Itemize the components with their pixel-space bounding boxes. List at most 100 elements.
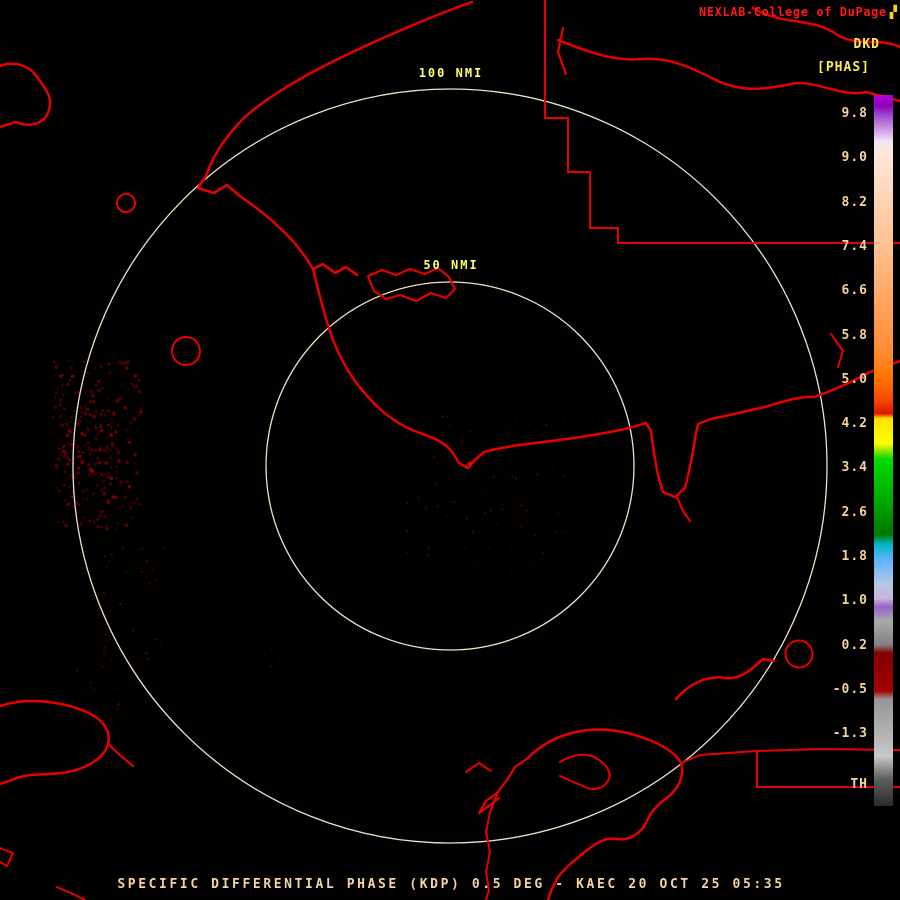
radar-echo-speckle: [106, 409, 109, 412]
radar-echo-speckle: [113, 607, 115, 609]
radar-echo-speckle: [111, 463, 114, 466]
radar-echo-speckle: [488, 520, 490, 522]
radar-echo-speckle: [98, 448, 102, 452]
radar-echo-speckle: [90, 388, 92, 390]
radar-echo-speckle: [125, 461, 129, 464]
radar-echo-speckle: [148, 582, 151, 585]
radar-echo-speckle: [465, 560, 467, 562]
range-ring-label-100nmi: 100 NMI: [418, 66, 484, 80]
radar-echo-speckle: [117, 704, 120, 707]
radar-echo-speckle: [72, 361, 74, 363]
radar-echo-speckle: [468, 430, 471, 433]
radar-echo-speckle: [66, 462, 70, 466]
radar-echo-speckle: [159, 590, 161, 591]
radar-echo-speckle: [506, 432, 509, 435]
radar-echo-speckle: [532, 464, 535, 467]
radar-echo-speckle: [406, 530, 409, 533]
radar-echo-speckle: [87, 398, 89, 400]
radar-echo-speckle: [104, 482, 106, 484]
colorbar-tick: -1.3: [832, 726, 868, 742]
radar-echo-speckle: [129, 420, 133, 424]
radar-echo-speckle: [132, 416, 135, 419]
radar-echo-speckle: [263, 653, 266, 656]
radar-echo-speckle: [423, 468, 425, 470]
radar-echo-speckle: [65, 489, 67, 491]
radar-echo-speckle: [535, 430, 537, 433]
radar-echo-speckle: [542, 551, 545, 554]
radar-echo-speckle: [506, 434, 508, 436]
radar-echo-speckle: [444, 521, 446, 522]
radar-echo-speckle: [99, 458, 101, 460]
radar-echo-speckle: [117, 459, 121, 463]
radar-echo-speckle: [103, 486, 106, 489]
radar-echo-speckle: [100, 429, 104, 433]
radar-echo-speckle: [88, 473, 92, 477]
radar-echo-speckle: [94, 487, 97, 490]
radar-echo-speckle: [100, 526, 103, 528]
radar-echo-speckle: [86, 486, 87, 487]
radar-echo-speckle: [100, 473, 104, 477]
radar-echo-speckle: [117, 389, 119, 390]
radar-echo-speckle: [105, 377, 108, 380]
radar-echo-speckle: [497, 550, 499, 551]
radar-echo-speckle: [459, 559, 461, 561]
radar-echo-speckle: [106, 475, 110, 479]
radar-echo-speckle: [80, 432, 84, 436]
radar-echo-speckle: [99, 391, 101, 393]
radar-echo-speckle: [60, 423, 64, 427]
radar-echo-speckle: [138, 379, 141, 382]
radar-echo-speckle: [100, 423, 102, 426]
radar-echo-speckle: [53, 516, 55, 518]
radar-echo-speckle: [84, 453, 86, 455]
radar-echo-speckle: [109, 717, 112, 720]
radar-echo-speckle: [135, 471, 139, 475]
radar-echo-speckle: [143, 551, 145, 553]
radar-echo-speckle: [88, 463, 91, 466]
colorbar-tick: 6.6: [841, 283, 868, 299]
radar-echo-speckle: [124, 406, 127, 410]
radar-echo-speckle: [530, 564, 533, 567]
radar-echo-speckle: [75, 444, 79, 448]
radar-echo-speckle: [101, 387, 104, 390]
radar-echo-speckle: [86, 408, 88, 410]
radar-echo-speckle: [159, 642, 162, 645]
radar-echo-speckle: [155, 579, 157, 582]
radar-echo-speckle: [64, 453, 67, 456]
radar-echo-speckle: [127, 372, 129, 374]
radar-echo-speckle: [107, 494, 109, 496]
radar-echo-speckle: [107, 362, 111, 366]
radar-echo-speckle: [104, 646, 106, 649]
radar-echo-speckle: [116, 708, 119, 711]
radar-echo-speckle: [104, 525, 107, 528]
radar-echo-speckle: [111, 551, 113, 552]
radar-echo-speckle: [70, 415, 74, 419]
radar-echo-speckle: [117, 450, 120, 453]
radar-echo-speckle: [152, 572, 154, 574]
radar-echo-speckle: [79, 519, 81, 521]
radar-echo-speckle: [162, 547, 165, 550]
radar-echo-speckle: [501, 534, 503, 537]
radar-echo-speckle: [95, 455, 97, 457]
radar-echo-speckle: [538, 530, 540, 532]
radar-echo-speckle: [109, 375, 111, 377]
radar-echo-speckle: [93, 414, 97, 418]
radar-echo-speckle: [526, 516, 528, 518]
radar-echo-speckle: [107, 472, 110, 475]
radar-echo-speckle: [96, 462, 97, 464]
radar-echo-speckle: [496, 566, 498, 568]
radar-echo-speckle: [59, 398, 62, 402]
radar-echo-speckle: [110, 476, 113, 480]
radar-echo-speckle: [448, 479, 450, 481]
radar-echo-speckle: [260, 668, 262, 670]
radar-echo-speckle: [276, 659, 278, 661]
radar-echo-speckle: [446, 424, 448, 426]
radar-echo-speckle: [134, 462, 137, 465]
radar-echo-speckle: [114, 447, 118, 450]
radar-echo-speckle: [101, 510, 103, 512]
radar-echo-speckle: [74, 529, 76, 530]
radar-echo-speckle: [160, 614, 162, 616]
radar-echo-speckle: [125, 570, 128, 573]
radar-echo-speckle: [127, 412, 129, 414]
radar-echo-speckle: [471, 497, 473, 499]
radar-echo-speckle: [109, 690, 111, 692]
